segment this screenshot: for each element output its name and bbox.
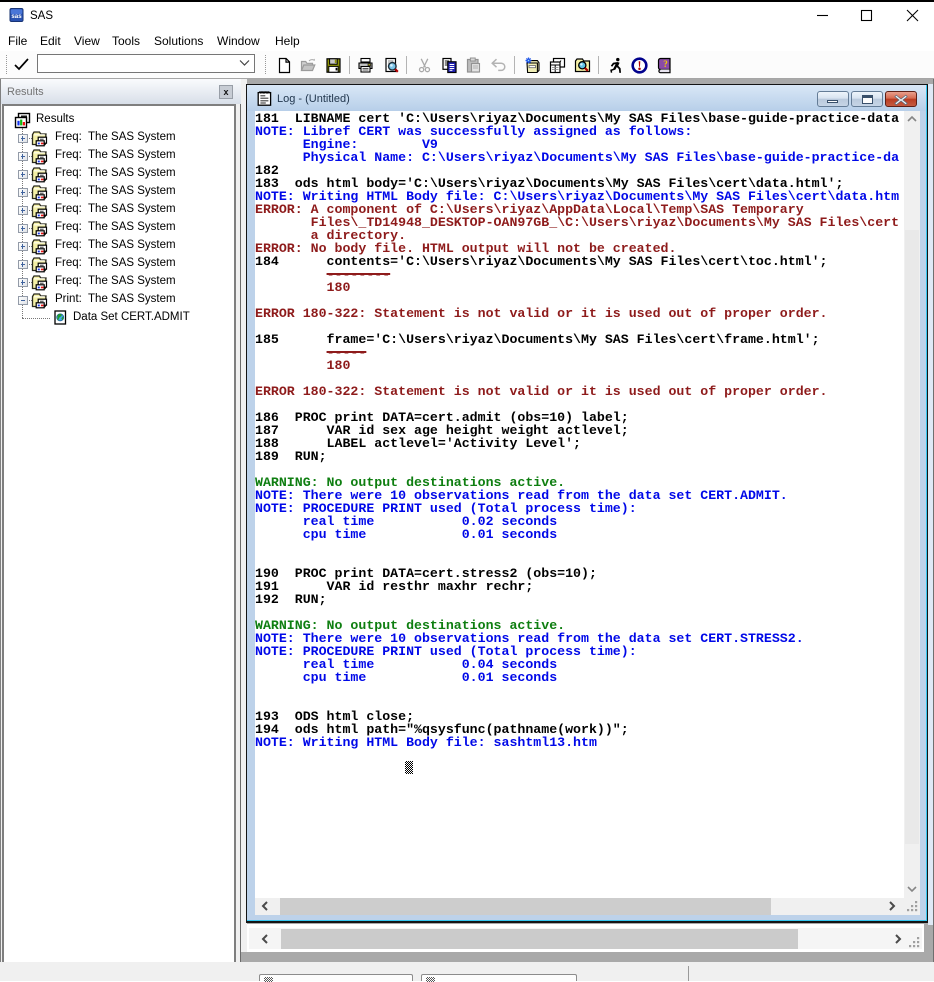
svg-text:sas: sas [11,13,22,20]
svg-text:?: ? [663,59,668,69]
